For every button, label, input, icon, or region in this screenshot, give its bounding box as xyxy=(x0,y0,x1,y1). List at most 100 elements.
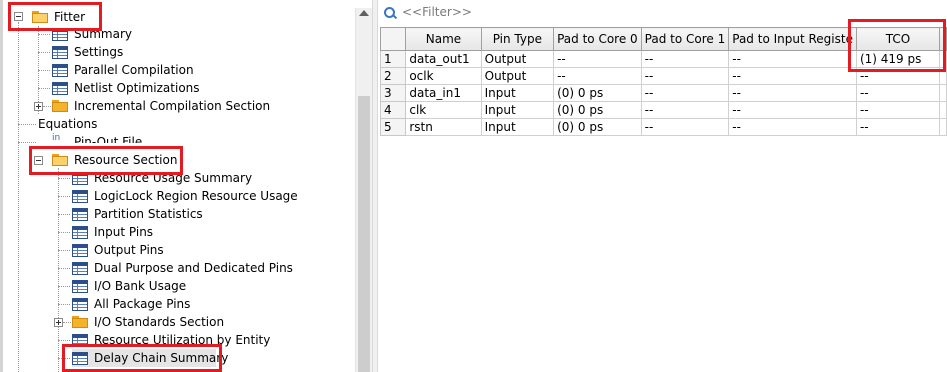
report-table-panel: <<Filter>> Name Pin Type Pad to Core 0 P… xyxy=(378,0,947,372)
tree-guide xyxy=(58,168,59,372)
header-corner xyxy=(379,27,407,51)
highlight-box xyxy=(848,19,946,72)
table-icon xyxy=(72,190,88,203)
tree-guide xyxy=(18,124,36,125)
highlight-box xyxy=(62,344,222,372)
table-icon xyxy=(72,226,88,239)
table-cell: -- xyxy=(640,118,730,136)
tree-item-label: LogicLock Region Resource Usage xyxy=(94,189,298,203)
table-cell: -- xyxy=(855,101,940,119)
column-header[interactable]: Pad to Core 1 xyxy=(640,27,730,51)
tree-item-label: All Package Pins xyxy=(94,297,191,311)
table-icon xyxy=(72,262,88,275)
table-cell-overflow xyxy=(938,118,947,136)
tree-item-label: Output Pins xyxy=(94,243,164,257)
tree-item-label: Pin-Out File xyxy=(74,135,143,143)
table-icon xyxy=(52,46,68,59)
tree-item-netlist-optimizations[interactable]: Netlist Optimizations xyxy=(52,79,352,97)
table-cell: Input xyxy=(480,118,555,136)
tree-item-output-pins[interactable]: Output Pins xyxy=(72,241,352,259)
tree-guide xyxy=(58,214,70,215)
pinout-icon: in xyxy=(52,133,61,143)
table-cell: Output xyxy=(480,50,555,68)
filter-input[interactable]: <<Filter>> xyxy=(402,5,472,19)
tree-item-dual-purpose-pins[interactable]: Dual Purpose and Dedicated Pins xyxy=(72,259,352,277)
row-number: 4 xyxy=(379,101,407,119)
table-cell: oclk xyxy=(405,67,482,85)
table-cell: -- xyxy=(640,50,730,68)
folder-icon xyxy=(52,100,68,112)
scroll-up-icon[interactable] xyxy=(359,10,369,16)
table-cell: data_in1 xyxy=(405,84,482,102)
table-cell: -- xyxy=(728,67,857,85)
tree-item-label: Incremental Compilation Section xyxy=(74,99,271,113)
tree-item-label: Input Pins xyxy=(94,225,154,239)
tree-item-equations[interactable]: Equations xyxy=(36,115,336,133)
table-cell: -- xyxy=(855,84,940,102)
tree-item-label: Partition Statistics xyxy=(94,207,203,221)
row-number: 3 xyxy=(379,84,407,102)
vertical-scrollbar[interactable] xyxy=(355,8,373,372)
table-icon xyxy=(72,208,88,221)
tree-item-settings[interactable]: Settings xyxy=(52,43,352,61)
tree-item-pinout-file[interactable]: in Pin-Out File xyxy=(52,133,352,143)
table-icon xyxy=(72,298,88,311)
tree-item-label: Settings xyxy=(74,45,124,59)
search-icon xyxy=(384,7,395,18)
table-cell: -- xyxy=(553,50,642,68)
tree-item-input-pins[interactable]: Input Pins xyxy=(72,223,352,241)
table-cell-overflow xyxy=(938,84,947,102)
table-cell: data_out1 xyxy=(405,50,482,68)
row-number: 1 xyxy=(379,50,407,68)
tree-guide xyxy=(58,196,70,197)
expand-icon[interactable] xyxy=(54,318,63,327)
table-row[interactable]: 4 clk Input (0) 0 ps -- -- -- xyxy=(379,101,947,119)
table-icon xyxy=(52,64,68,77)
tree-guide xyxy=(58,286,70,287)
tree-guide xyxy=(18,22,19,372)
highlight-box xyxy=(29,146,183,175)
tree-guide xyxy=(58,232,70,233)
tree-guide xyxy=(38,52,50,53)
table-cell: -- xyxy=(728,101,857,119)
table-cell: Input xyxy=(480,84,555,102)
tree-item-incremental-compilation[interactable]: Incremental Compilation Section xyxy=(32,97,352,115)
tree-guide xyxy=(18,142,36,143)
column-header[interactable]: Pin Type xyxy=(480,27,555,51)
table-icon xyxy=(52,82,68,95)
tree-guide xyxy=(58,304,70,305)
table-cell: Output xyxy=(480,67,555,85)
tree-item-all-package-pins[interactable]: All Package Pins xyxy=(72,295,352,313)
folder-icon xyxy=(72,316,88,328)
table-cell: (0) 0 ps xyxy=(553,84,642,102)
report-tree-panel: Fitter Summary Settings Parallel Compila… xyxy=(0,0,373,372)
table-cell: -- xyxy=(728,84,857,102)
tree-guide xyxy=(38,70,50,71)
table-cell: (0) 0 ps xyxy=(553,101,642,119)
tree-item-partition-statistics[interactable]: Partition Statistics xyxy=(72,205,352,223)
tree-guide xyxy=(58,340,70,341)
column-header[interactable]: Pad to Core 0 xyxy=(553,27,642,51)
column-header[interactable]: Pad to Input Registe xyxy=(728,27,857,51)
row-number: 2 xyxy=(379,67,407,85)
tree-item-label: Netlist Optimizations xyxy=(74,81,200,95)
tree-item-io-standards-section[interactable]: I/O Standards Section xyxy=(52,313,352,331)
table-cell: -- xyxy=(640,101,730,119)
panel-edge xyxy=(0,0,3,372)
tree-item-label: I/O Bank Usage xyxy=(94,279,187,293)
tree-item-parallel-compilation[interactable]: Parallel Compilation xyxy=(52,61,352,79)
tree-guide xyxy=(38,88,50,89)
table-row[interactable]: 3 data_in1 Input (0) 0 ps -- -- -- xyxy=(379,84,947,102)
scrollbar-thumb[interactable] xyxy=(358,96,370,372)
table-row[interactable]: 5 rstn Input (0) 0 ps -- -- -- xyxy=(379,118,947,136)
tree-item-logiclock-region[interactable]: LogicLock Region Resource Usage xyxy=(72,187,352,205)
table-cell: -- xyxy=(553,67,642,85)
table-icon xyxy=(72,244,88,257)
column-header[interactable]: Name xyxy=(405,27,482,51)
table-cell: rstn xyxy=(405,118,482,136)
table-cell: clk xyxy=(405,101,482,119)
tree-item-io-bank-usage[interactable]: I/O Bank Usage xyxy=(72,277,352,295)
expand-icon[interactable] xyxy=(34,102,43,111)
tree-guide xyxy=(58,178,70,179)
tree-guide xyxy=(58,268,70,269)
